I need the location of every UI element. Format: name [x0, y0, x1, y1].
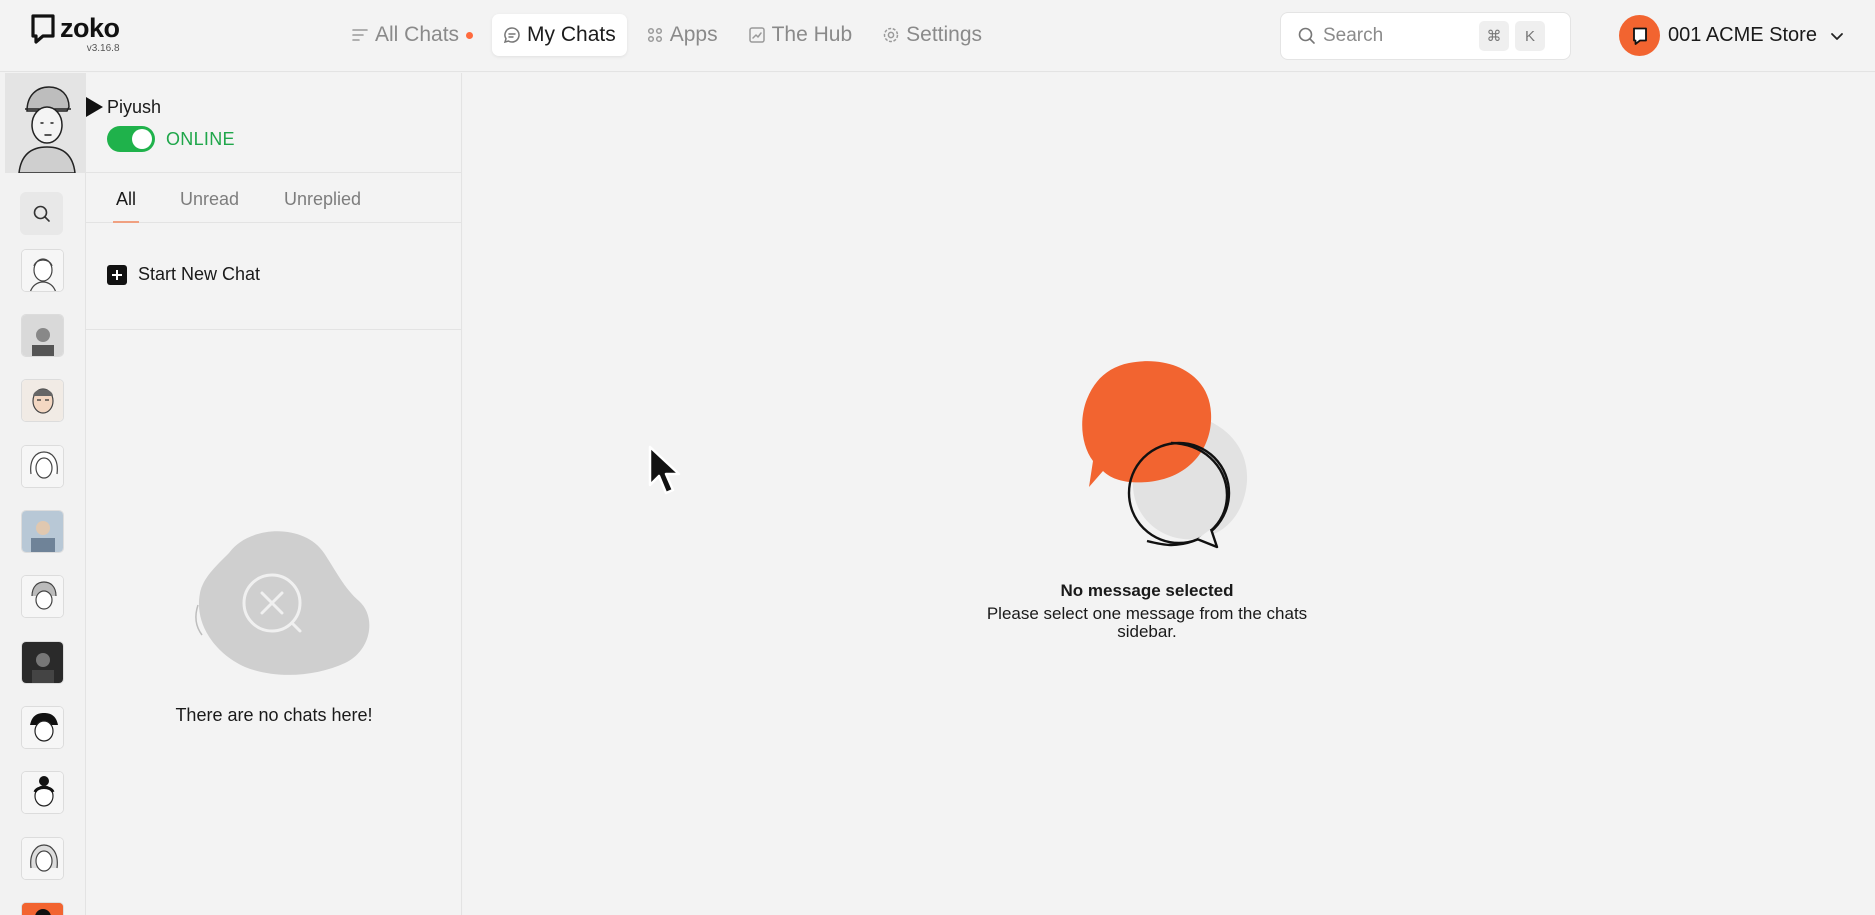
nav-all-chats-label: All Chats — [375, 23, 460, 46]
chat-bubbles-illustration-icon — [1082, 361, 1248, 549]
mouse-pointer-icon — [648, 445, 681, 495]
play-icon[interactable] — [86, 97, 103, 117]
chats-sidebar: Piyush ONLINE All Unread Unreplied Start… — [86, 73, 462, 915]
agent-rail — [0, 73, 86, 915]
chat-bubble-icon — [503, 27, 520, 44]
chart-icon — [748, 27, 765, 43]
search-input[interactable] — [1323, 25, 1473, 47]
person-avatar-icon — [22, 707, 63, 748]
shortcut-key-cmd: ⌘ — [1479, 21, 1509, 51]
start-new-chat-button[interactable]: Start New Chat — [107, 264, 260, 285]
start-new-chat-label: Start New Chat — [138, 264, 261, 284]
agent-avatar[interactable] — [21, 837, 64, 880]
nav-settings-label: Settings — [906, 23, 983, 46]
empty-chats-text: There are no chats here! — [175, 705, 373, 725]
user-name: Piyush — [107, 97, 162, 117]
person-avatar-icon — [22, 838, 63, 879]
agent-avatar[interactable] — [21, 379, 64, 422]
no-message-title: No message selected — [1060, 581, 1234, 600]
person-avatar-icon — [22, 315, 63, 356]
person-avatar-icon — [22, 576, 63, 617]
empty-chats-state: There are no chats here! — [86, 513, 462, 726]
person-avatar-icon — [22, 772, 63, 813]
app-version: v3.16.8 — [86, 43, 120, 54]
no-message-subtitle: Please select one message from the chats… — [986, 604, 1308, 641]
store-avatar — [1619, 15, 1660, 56]
nav-apps-label: Apps — [669, 23, 718, 46]
agent-avatar[interactable] — [21, 641, 64, 684]
search-icon — [33, 205, 50, 222]
person-avatar-icon — [22, 446, 63, 487]
shortcut-key-k: K — [1515, 21, 1545, 51]
app-name: zoko — [60, 13, 120, 43]
person-avatar-icon — [22, 250, 63, 291]
agent-avatar[interactable] — [21, 314, 64, 357]
unread-dot — [466, 31, 474, 39]
tab-unread[interactable]: Unread — [180, 189, 239, 223]
store-switcher[interactable]: 001 ACME Store — [1619, 15, 1845, 56]
nav-the-hub[interactable]: The Hub — [737, 14, 864, 56]
store-name: 001 ACME Store — [1668, 24, 1817, 46]
main-nav: All Chats My Chats Apps The Hub Settings — [340, 14, 993, 56]
zoko-logo-icon — [31, 14, 55, 44]
search-icon — [1298, 27, 1315, 44]
nav-my-chats[interactable]: My Chats — [492, 14, 627, 56]
nav-my-chats-label: My Chats — [527, 23, 616, 46]
agent-profile: Piyush ONLINE — [86, 73, 462, 173]
chevron-down-icon — [1831, 32, 1843, 40]
gear-icon — [883, 27, 899, 43]
plus-icon — [107, 264, 127, 285]
agent-avatar[interactable] — [21, 510, 64, 553]
nav-settings[interactable]: Settings — [871, 14, 993, 56]
nav-apps[interactable]: Apps — [635, 14, 729, 56]
agent-avatar[interactable] — [21, 902, 64, 915]
search-box[interactable]: ⌘ K — [1280, 12, 1571, 60]
nav-the-hub-label: The Hub — [771, 23, 853, 46]
tab-all[interactable]: All — [112, 189, 140, 223]
agent-avatar[interactable] — [21, 706, 64, 749]
tab-unreplied[interactable]: Unreplied — [284, 189, 361, 223]
agent-avatar[interactable] — [21, 445, 64, 488]
person-avatar-icon — [22, 903, 63, 915]
person-avatar-icon — [22, 380, 63, 421]
store-logo-icon — [1632, 27, 1647, 45]
divider — [86, 329, 462, 330]
user-illustration-icon — [5, 73, 86, 173]
filter-lines-icon — [352, 29, 368, 41]
top-bar: zoko v3.16.8 All Chats My Chats Apps The… — [0, 0, 1875, 72]
apps-grid-icon — [647, 27, 662, 43]
toggle-knob — [132, 129, 152, 149]
zoko-logo[interactable]: zoko v3.16.8 — [30, 13, 120, 54]
person-avatar-icon — [22, 511, 63, 552]
person-avatar-icon — [22, 642, 63, 683]
online-status-label: ONLINE — [166, 129, 235, 149]
agent-avatar[interactable] — [21, 249, 64, 292]
chat-filter-tabs: All Unread Unreplied — [86, 173, 462, 223]
online-status-toggle[interactable] — [107, 126, 155, 152]
empty-chats-icon — [195, 531, 370, 675]
rail-search-button[interactable] — [20, 192, 63, 235]
agent-avatar[interactable] — [21, 771, 64, 814]
agent-avatar[interactable] — [21, 575, 64, 618]
current-user-avatar[interactable] — [5, 73, 86, 173]
nav-all-chats[interactable]: All Chats — [340, 14, 484, 56]
